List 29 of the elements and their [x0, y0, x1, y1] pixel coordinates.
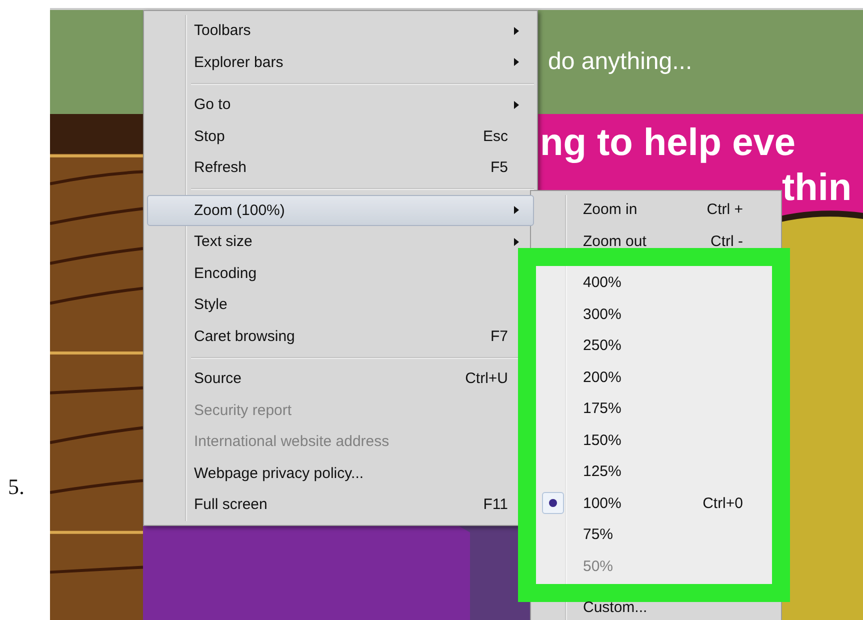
headline-text: thin [782, 167, 852, 210]
menu-item[interactable]: Full screen F11 [147, 489, 534, 520]
headline-text: ng to help eve [540, 122, 796, 165]
menu-item[interactable]: Go to [147, 89, 534, 120]
menu-item[interactable]: 400% [534, 267, 778, 298]
menu-item[interactable]: 175% [534, 393, 778, 424]
menu-item[interactable]: Text size [147, 226, 534, 258]
menu-item[interactable]: Refresh F5 [147, 152, 534, 184]
menu-item[interactable]: Caret browsing F7 [147, 320, 534, 352]
menu-item[interactable]: Zoom in Ctrl + [534, 194, 778, 226]
menu-item[interactable]: 250% [534, 330, 778, 362]
menu-item[interactable]: Source Ctrl+U [147, 363, 534, 394]
menu-item[interactable]: Zoom (100%) [147, 194, 534, 226]
menu-item[interactable]: Style [147, 289, 534, 320]
banner-text: do anything... [548, 48, 692, 76]
menu-item[interactable]: Explorer bars [147, 46, 534, 78]
menu-item[interactable]: Stop Esc [147, 120, 534, 152]
menu-item[interactable]: Zoom out Ctrl - [534, 226, 778, 257]
step-number: 5. [7, 473, 26, 501]
menu-item[interactable]: Toolbars [147, 15, 534, 46]
menu-item[interactable]: Encoding [147, 258, 534, 289]
menu-item[interactable]: 200% [534, 362, 778, 393]
menu-item[interactable]: 300% [534, 298, 778, 330]
menu-item[interactable]: Custom... [534, 592, 778, 620]
menu-item[interactable]: 125% [534, 456, 778, 488]
menu-item[interactable]: 100% Ctrl+0 [534, 488, 778, 519]
menu-item[interactable]: 150% [534, 424, 778, 456]
menu-item[interactable]: Webpage privacy policy... [147, 458, 534, 489]
menu-item[interactable]: 75% [534, 519, 778, 550]
